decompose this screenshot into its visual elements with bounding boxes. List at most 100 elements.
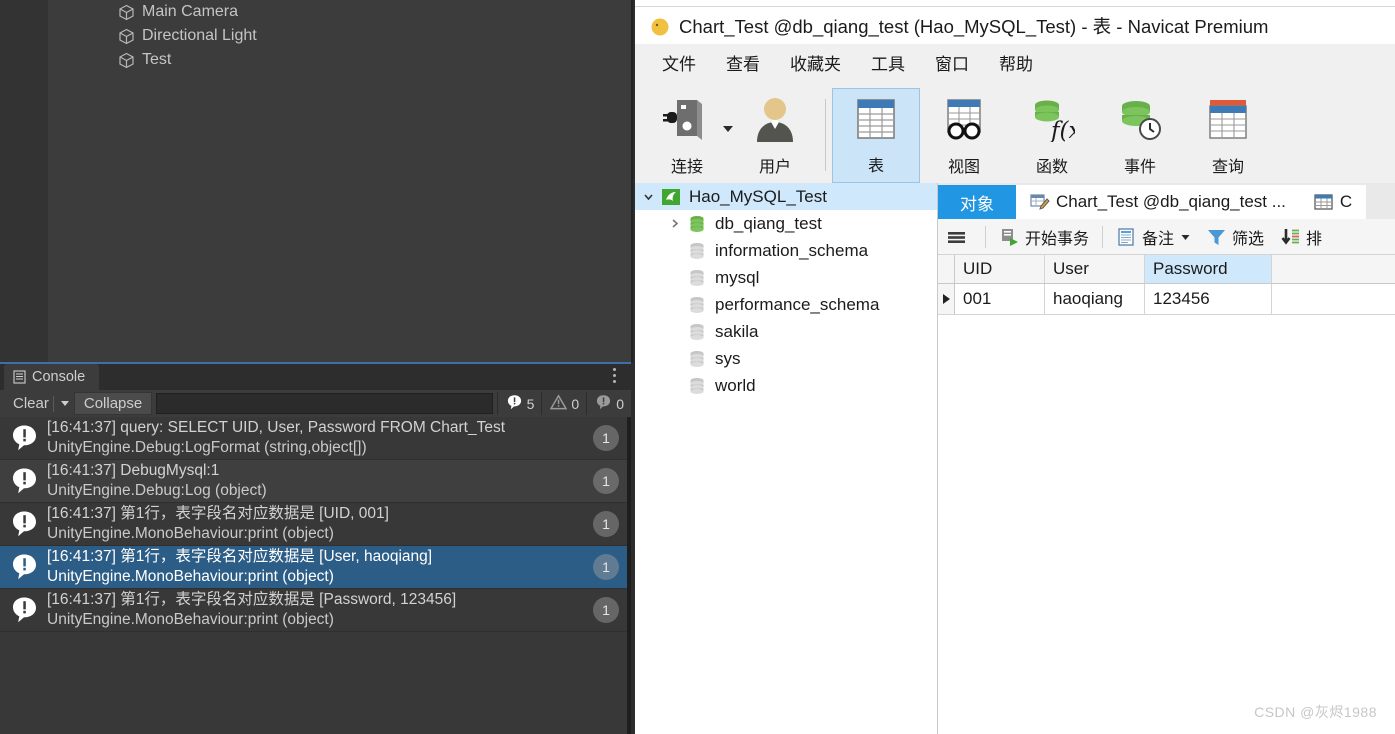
hierarchy-item-directional-light[interactable]: Directional Light — [48, 24, 631, 48]
menu-item-tools[interactable]: 工具 — [856, 50, 920, 75]
log-stacktrace: UnityEngine.Debug:Log (object) — [47, 482, 267, 499]
hierarchy-panel[interactable]: Main Camera Directional Light Test — [48, 0, 633, 362]
error-counter[interactable]: 0 — [586, 392, 631, 415]
database-tree[interactable]: Hao_MySQL_Test db_qiang_test information… — [635, 183, 938, 734]
hierarchy-item-main-camera[interactable]: Main Camera — [48, 0, 631, 24]
toolbar-button-user[interactable]: 用户 — [731, 88, 819, 183]
row-gutter-header — [938, 255, 955, 283]
hamburger-menu-button[interactable] — [938, 219, 980, 255]
content-tab-bar: 对象 Chart_Test @db_qiang_test ... C — [938, 183, 1395, 219]
clear-button[interactable]: Clear — [4, 393, 53, 414]
column-header-uid[interactable]: UID — [955, 255, 1045, 283]
grid-toolbar-label: 开始事务 — [1025, 230, 1090, 248]
log-message: [16:41:37] DebugMysql:1 — [47, 462, 220, 479]
log-count-badge: 1 — [593, 554, 619, 580]
tab-chart-test-designer[interactable]: Chart_Test @db_qiang_test ... — [1016, 185, 1300, 219]
menu-item-file[interactable]: 文件 — [647, 50, 711, 75]
log-message: [16:41:37] 第1行，表字段名对应数据是 [User, haoqiang… — [47, 548, 433, 565]
tab-chart-test-data[interactable]: C — [1299, 185, 1367, 219]
toolbar-button-event[interactable]: 事件 — [1096, 88, 1184, 183]
data-grid[interactable]: UID User Password 001 haoqiang 123456 — [938, 255, 1395, 734]
chevron-right-icon[interactable] — [661, 218, 687, 229]
tree-item-connection[interactable]: Hao_MySQL_Test — [635, 183, 937, 210]
tree-item-sys[interactable]: sys — [635, 345, 937, 372]
begin-transaction-icon — [999, 227, 1020, 247]
cell-password[interactable]: 123456 — [1145, 284, 1272, 314]
toolbar-button-connection[interactable]: 连接 — [643, 88, 733, 183]
toolbar-button-query[interactable]: 查询 — [1184, 88, 1272, 183]
cell-uid[interactable]: 001 — [955, 284, 1045, 314]
toolbar-button-function[interactable]: f(x) 函数 — [1008, 88, 1096, 183]
tree-item-label: mysql — [715, 267, 760, 287]
database-icon — [687, 322, 707, 342]
grid-icon — [1314, 193, 1334, 211]
log-message: [16:41:37] 第1行，表字段名对应数据是 [UID, 001] — [47, 505, 389, 522]
table-designer-icon — [1030, 193, 1050, 211]
divider — [52, 395, 54, 412]
info-badge-icon — [11, 510, 38, 539]
sort-button[interactable]: 排 — [1272, 219, 1330, 255]
error-circle-icon — [595, 394, 612, 414]
note-button[interactable]: 备注 — [1108, 219, 1198, 255]
menu-item-help[interactable]: 帮助 — [984, 50, 1048, 75]
tab-objects[interactable]: 对象 — [938, 185, 1016, 219]
row-indicator — [938, 284, 955, 314]
clear-dropdown-button[interactable] — [55, 393, 74, 414]
log-entry-selected[interactable]: [16:41:37] 第1行，表字段名对应数据是 [User, haoqiang… — [0, 546, 627, 589]
log-count-badge: 1 — [593, 468, 619, 494]
tree-item-performance-schema[interactable]: performance_schema — [635, 291, 937, 318]
info-counter[interactable]: 5 — [496, 392, 542, 415]
log-entry[interactable]: [16:41:37] 第1行，表字段名对应数据是 [Password, 1234… — [0, 589, 627, 632]
chevron-down-icon[interactable] — [635, 191, 661, 202]
mysql-connection-icon — [661, 187, 681, 207]
warning-triangle-icon — [550, 393, 568, 414]
menu-item-view[interactable]: 查看 — [711, 50, 775, 75]
kebab-menu-icon[interactable] — [613, 368, 617, 386]
log-entry[interactable]: [16:41:37] query: SELECT UID, User, Pass… — [0, 417, 627, 460]
tree-item-label: Hao_MySQL_Test — [689, 186, 827, 206]
warning-counter[interactable]: 0 — [541, 392, 587, 415]
toolbar-label: 用户 — [758, 159, 791, 176]
grid-toolbar-label: 备注 — [1142, 230, 1175, 248]
navicat-title-bar: Chart_Test @db_qiang_test (Hao_MySQL_Tes… — [635, 6, 1395, 44]
filter-button[interactable]: 筛选 — [1198, 219, 1272, 255]
toolbar-label: 表 — [867, 158, 884, 175]
column-header-password[interactable]: Password — [1145, 255, 1272, 283]
tree-item-sakila[interactable]: sakila — [635, 318, 937, 345]
console-log-list[interactable]: [16:41:37] query: SELECT UID, User, Pass… — [0, 417, 627, 734]
info-badge-icon — [11, 596, 38, 625]
divider — [985, 225, 986, 248]
toolbar-label: 查询 — [1211, 159, 1244, 176]
unity-editor-window: Main Camera Directional Light Test Conso… — [0, 0, 635, 734]
table-row[interactable]: 001 haoqiang 123456 — [938, 284, 1395, 315]
cell-user[interactable]: haoqiang — [1045, 284, 1145, 314]
menu-item-favorites[interactable]: 收藏夹 — [775, 50, 856, 75]
database-open-icon — [687, 214, 707, 234]
tree-item-mysql[interactable]: mysql — [635, 264, 937, 291]
log-message: [16:41:37] query: SELECT UID, User, Pass… — [47, 419, 505, 436]
column-header-user[interactable]: User — [1045, 255, 1145, 283]
tree-item-world[interactable]: world — [635, 372, 937, 399]
cube-icon — [118, 4, 135, 21]
tree-item-information-schema[interactable]: information_schema — [635, 237, 937, 264]
begin-transaction-button[interactable]: 开始事务 — [991, 219, 1097, 255]
hierarchy-item-label: Test — [142, 51, 172, 68]
note-icon — [1116, 227, 1137, 247]
tab-console[interactable]: Console — [4, 364, 100, 390]
chevron-down-icon[interactable] — [1181, 228, 1190, 246]
toolbar-button-table[interactable]: 表 — [832, 88, 920, 183]
collapse-button[interactable]: Collapse — [73, 392, 153, 415]
filter-icon — [1206, 227, 1227, 247]
toolbar-button-view[interactable]: 视图 — [920, 88, 1008, 183]
grid-header-row: UID User Password — [938, 255, 1395, 284]
log-entry[interactable]: [16:41:37] DebugMysql:1 UnityEngine.Debu… — [0, 460, 627, 503]
console-search-input[interactable] — [156, 393, 493, 414]
tab-label: Chart_Test @db_qiang_test ... — [1056, 192, 1286, 211]
database-icon — [687, 349, 707, 369]
log-entry[interactable]: [16:41:37] 第1行，表字段名对应数据是 [UID, 001] Unit… — [0, 503, 627, 546]
hierarchy-item-test[interactable]: Test — [48, 48, 631, 72]
menu-item-window[interactable]: 窗口 — [920, 50, 984, 75]
database-icon — [687, 241, 707, 261]
tab-label: 对象 — [960, 194, 994, 214]
tree-item-db-qiang-test[interactable]: db_qiang_test — [635, 210, 937, 237]
